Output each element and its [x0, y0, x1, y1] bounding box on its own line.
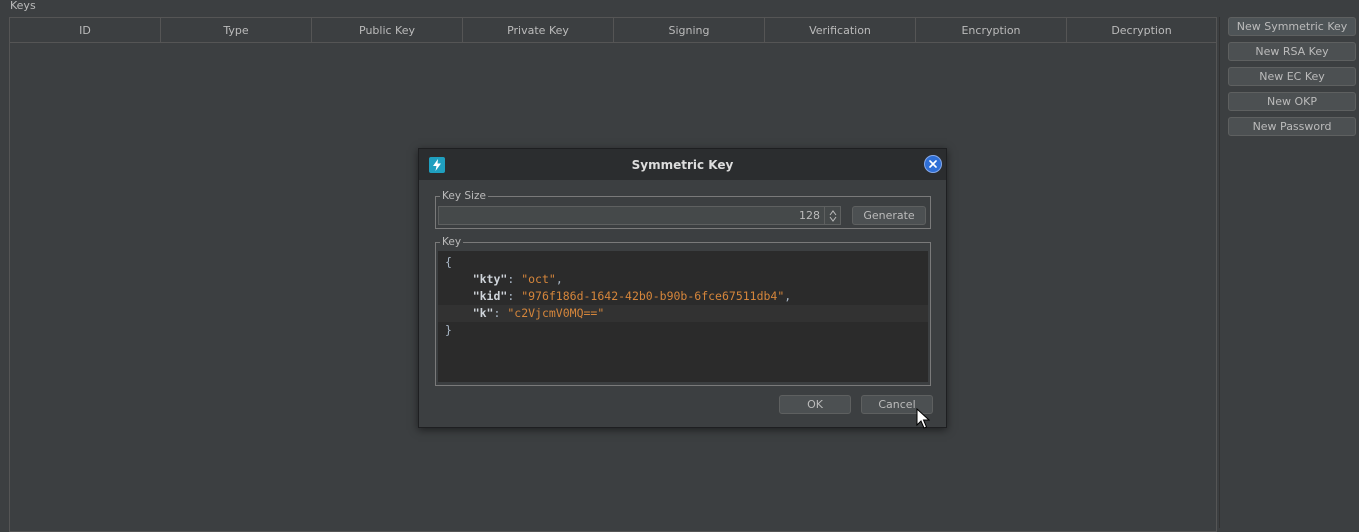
generate-button[interactable]: Generate	[852, 206, 926, 225]
column-header-private-key[interactable]: Private Key	[463, 18, 614, 42]
column-header-verification[interactable]: Verification	[765, 18, 916, 42]
dialog-title: Symmetric Key	[631, 157, 734, 172]
key-label: Key	[440, 235, 464, 249]
key-json-editor[interactable]: { "kty": "oct", "kid": "976f186d-1642-42…	[438, 251, 928, 382]
new-okp-button[interactable]: New OKP	[1228, 92, 1356, 111]
json-value-kty: "oct"	[521, 272, 556, 286]
new-rsa-key-button[interactable]: New RSA Key	[1228, 42, 1356, 61]
key-group: Key { "kty": "oct", "kid": "976f186d-164…	[435, 235, 931, 386]
table-header: ID Type Public Key Private Key Signing V…	[10, 18, 1216, 43]
json-open-brace: {	[445, 255, 452, 269]
json-close-brace: }	[445, 323, 452, 337]
column-header-type[interactable]: Type	[161, 18, 312, 42]
json-comma: ,	[555, 272, 563, 286]
dialog-titlebar[interactable]: Symmetric Key	[419, 149, 946, 180]
app-logo-icon	[429, 157, 445, 173]
key-size-value[interactable]: 128	[439, 209, 824, 222]
panel-divider[interactable]	[1219, 17, 1220, 528]
key-size-group: Key Size 128 Generate	[435, 189, 931, 229]
column-header-decryption[interactable]: Decryption	[1067, 18, 1216, 42]
json-key-kid: "kid"	[472, 289, 508, 303]
new-password-button[interactable]: New Password	[1228, 117, 1356, 136]
json-key-k: "k"	[472, 306, 494, 320]
spinner-arrows[interactable]	[824, 207, 840, 224]
column-header-public-key[interactable]: Public Key	[312, 18, 463, 42]
keys-section-label: Keys	[10, 0, 36, 12]
column-header-id[interactable]: ID	[10, 18, 161, 42]
editor-line: "kid": "976f186d-1642-42b0-b90b-6fce6751…	[472, 289, 792, 303]
symmetric-key-dialog: Symmetric Key Key Size 128 Generate Key …	[418, 148, 947, 428]
json-comma: ,	[784, 289, 792, 303]
column-header-signing[interactable]: Signing	[614, 18, 765, 42]
new-symmetric-key-button[interactable]: New Symmetric Key	[1228, 17, 1356, 36]
json-value-k: "c2VjcmV0MQ=="	[507, 306, 605, 320]
new-ec-key-button[interactable]: New EC Key	[1228, 67, 1356, 86]
mouse-pointer-icon	[916, 407, 931, 433]
column-header-encryption[interactable]: Encryption	[916, 18, 1067, 42]
json-value-kid: "976f186d-1642-42b0-b90b-6fce67511db4"	[521, 289, 785, 303]
key-size-label: Key Size	[440, 189, 488, 203]
spinner-down-icon[interactable]	[829, 216, 837, 222]
editor-line: {	[438, 254, 928, 271]
key-size-spinner[interactable]: 128	[438, 206, 841, 225]
json-key-kty: "kty"	[472, 272, 508, 286]
editor-line: }	[438, 322, 928, 339]
close-icon[interactable]	[924, 155, 942, 173]
editor-line-current: "k": "c2VjcmV0MQ=="	[438, 305, 928, 322]
ok-button[interactable]: OK	[779, 395, 851, 414]
key-actions-panel: New Symmetric Key New RSA Key New EC Key…	[1228, 17, 1356, 142]
editor-line: "kty": "oct",	[472, 272, 563, 286]
